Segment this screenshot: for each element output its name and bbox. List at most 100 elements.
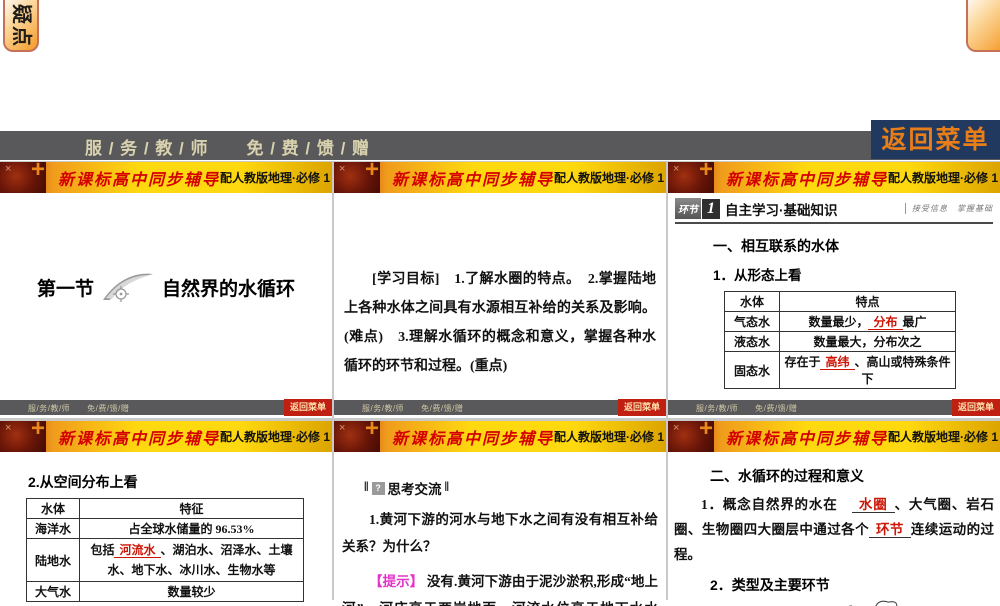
sub-heading: 2．类型及主要环节 [710,575,1000,595]
sub-heading: 2.从空间分布上看 [28,472,332,492]
return-menu-button[interactable]: 返回菜单 [871,120,1000,159]
slide-header: 新课标高中同步辅导 配人教版地理·必修 1 [334,421,666,452]
section-number: 第一节 [37,274,94,301]
service-text: 服 / 务 / 教 / 师 [85,139,209,158]
row-value: 占全球水储量的 96.53% [80,519,304,539]
water-distribution-table: 水体 特征 海洋水 占全球水储量的 96.53% 陆地水 包括河流水、湖泊水、沼… [26,498,304,602]
cell-text: 占全球水储量的 96.53% [128,522,254,536]
brand-title: 新课标高中同步辅导 [392,166,554,190]
footer-return-button[interactable]: 返回菜单 [952,399,1000,416]
row-label: 陆地水 [27,539,80,582]
cell-text: 数量最大，分布次之 [813,335,921,349]
lesson-title-row: 第一节 自然界的水循环 [0,271,332,303]
footer-return-button[interactable]: 返回菜单 [284,399,332,416]
blank-answer: 高纬 [820,355,854,370]
blank-answer: 环节 [869,522,911,538]
lesson-title: 自然界的水循环 [162,274,295,301]
think-exchange-banner: ‖ ? 思考交流 ‖ [364,478,666,498]
slide-3-self-study: 新课标高中同步辅导 配人教版地理·必修 1 环节 1 自主学习·基础知识 接受信… [668,162,1000,418]
row-value: 数量最大，分布次之 [780,332,956,352]
slide-2-objectives: 新课标高中同步辅导 配人教版地理·必修 1 [学习目标] 1.了解水圈的特点。 … [334,162,666,418]
doubt-points-tab[interactable]: 疑 点 [3,0,39,52]
brand-title: 新课标高中同步辅导 [58,166,220,190]
brand-subtitle: 配人教版地理·必修 1 [220,428,330,445]
table-row: 气态水 数量最少，分布最广 [725,312,956,332]
row-value: 包括河流水、湖泊水、沼泽水、土壤水、地下水、冰川水、生物水等 [80,539,304,582]
water-cycle-diagram: ⑨ ⑧ C ③ ④ A [724,599,1000,606]
row-label: 液态水 [725,332,780,352]
footer-service-text: 服/务/教/师 免/费/馈/赠 [696,403,797,414]
brand-decor-icon [668,162,714,193]
cell-text: 、高山或特殊条件下 [855,355,951,386]
hint-paragraph: 【提示】 没有.黄河下游由于泥沙淤积,形成“地上河”，河床高于两岸地面，河流水位… [342,568,658,606]
brand-decor-icon [334,421,380,452]
stage-tag: 环节 [675,198,701,219]
service-banner: 服 / 务 / 教 / 师免 / 费 / 馈 / 赠 [0,131,1000,160]
row-label: 固态水 [725,352,780,389]
brand-subtitle: 配人教版地理·必修 1 [220,169,330,186]
slide-5-think-exchange: 新课标高中同步辅导 配人教版地理·必修 1 ‖ ? 思考交流 ‖ 1.黄河下游的… [334,421,666,606]
brand-decor-icon [0,162,46,193]
tab-char: 疑 [10,4,32,24]
learning-objectives: [学习目标] 1.了解水圈的特点。 2.掌握陆地上各种水体之间具有水源相互补给的… [344,265,656,381]
hint-label: 【提示】 [369,574,423,589]
slide-1-cover: 新课标高中同步辅导 配人教版地理·必修 1 第一节 自然界的水循环 服/务/教/… [0,162,332,418]
stage-banner: 环节 1 自主学习·基础知识 接受信息 掌握基础 [675,198,993,224]
slide-footer: 服/务/教/师 免/费/馈/赠 返回菜单 [668,400,1000,415]
right-corner-tab[interactable] [966,0,1000,52]
col-header: 特点 [780,292,956,312]
cell-text: 包括 [90,543,114,557]
row-value: 数量最少，分布最广 [780,312,956,332]
slide-4-distribution: 新课标高中同步辅导 配人教版地理·必修 1 2.从空间分布上看 水体 特征 海洋… [0,421,332,606]
blank-answer: 水圈 [852,497,895,513]
row-value: 存在于高纬、高山或特殊条件下 [780,352,956,389]
brand-decor-icon [0,421,46,452]
table-row: 大气水 数量较少 [27,582,304,602]
row-label: 海洋水 [27,519,80,539]
brand-decor-icon [668,421,714,452]
slide-6-water-cycle: 新课标高中同步辅导 配人教版地理·必修 1 二、水循环的过程和意义 1．概念自然… [668,421,1000,606]
table-row: 陆地水 包括河流水、湖泊水、沼泽水、土壤水、地下水、冰川水、生物水等 [27,539,304,582]
cell-text: 数量最少， [808,315,868,329]
question-mark-icon: ? [372,482,385,495]
slide-header: 新课标高中同步辅导 配人教版地理·必修 1 [0,162,332,193]
tab-char: 点 [10,26,32,46]
section-heading: 一、相互联系的水体 [713,236,1000,256]
slide-footer: 服/务/教/师 免/费/馈/赠 返回菜单 [334,400,666,415]
footer-return-button[interactable]: 返回菜单 [618,399,666,416]
stage-title: 自主学习·基础知识 [725,199,838,219]
brand-title: 新课标高中同步辅导 [392,425,554,449]
row-label: 大气水 [27,582,80,602]
discussion-question: 1.黄河下游的河水与地下水之间有没有相互补给关系？为什么？ [342,506,658,560]
stage-motto: 接受信息 掌握基础 [905,203,993,214]
banner-title: 思考交流 [388,478,442,498]
sub-heading: 1．从形态上看 [713,264,1000,284]
table-row: 液态水 数量最大，分布次之 [725,332,956,352]
col-header: 特征 [80,499,304,519]
brand-subtitle: 配人教版地理·必修 1 [888,428,998,445]
table-header-row: 水体 特征 [27,499,304,519]
section-heading: 二、水循环的过程和意义 [710,466,1000,486]
col-header: 水体 [725,292,780,312]
brand-subtitle: 配人教版地理·必修 1 [554,428,664,445]
slide-header: 新课标高中同步辅导 配人教版地理·必修 1 [334,162,666,193]
stage-number: 1 [702,199,720,219]
service-banner-text: 服 / 务 / 教 / 师免 / 费 / 馈 / 赠 [85,134,370,159]
table-row: 固态水 存在于高纬、高山或特殊条件下 [725,352,956,389]
brand-subtitle: 配人教版地理·必修 1 [888,169,998,186]
bar-glyph: ‖ [445,480,450,496]
row-label: 气态水 [725,312,780,332]
table-row: 海洋水 占全球水储量的 96.53% [27,519,304,539]
brand-decor-icon [334,162,380,193]
row-value: 数量较少 [80,582,304,602]
brand-title: 新课标高中同步辅导 [726,166,888,190]
concept-text: 1．概念自然界的水在 [701,497,838,512]
cell-text: 存在于 [784,355,820,369]
water-form-table: 水体 特点 气态水 数量最少，分布最广 液态水 数量最大，分布次之 固态水 存在… [724,291,956,389]
footer-service-text: 服/务/教/师 免/费/馈/赠 [362,403,463,414]
blank-answer: 河流水 [114,543,160,558]
swoosh-compass-icon [100,271,156,303]
brand-title: 新课标高中同步辅导 [58,425,220,449]
concept-paragraph: 1．概念自然界的水在 水圈、大气圈、岩石圈、生物圈四大圈层中通过各个环节连续运动… [674,492,994,567]
blank-answer: 分布 [868,315,902,330]
